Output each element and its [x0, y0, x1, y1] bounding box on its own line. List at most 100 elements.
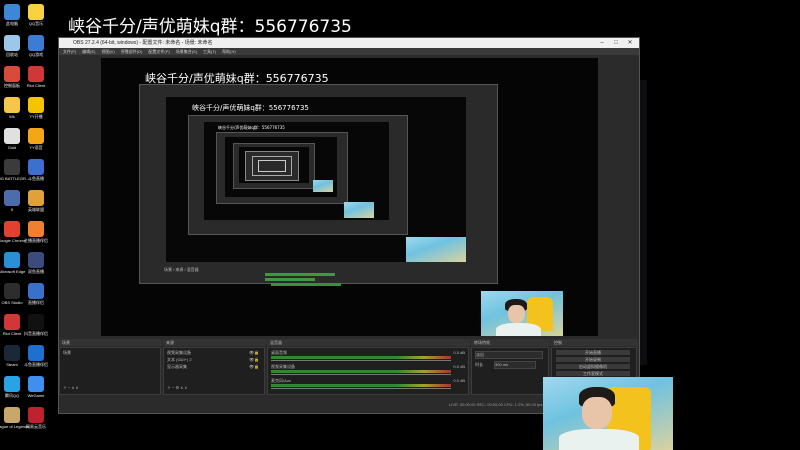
desktop-icon-label: 斗鱼直播	[28, 176, 44, 181]
desktop-icon[interactable]: 抖音直播伴侣	[14, 314, 58, 336]
desktop-icon[interactable]: 斗鱼直播	[14, 159, 58, 181]
menu-item[interactable]: 编辑(E)	[82, 49, 95, 54]
volume-meter	[271, 356, 451, 359]
volume-slider[interactable]	[271, 388, 451, 389]
app-icon	[28, 407, 44, 423]
transition-duration-input[interactable]: 300 ms	[494, 361, 536, 369]
desktop-icon[interactable]: QQ游戏	[14, 35, 58, 57]
menu-item[interactable]: 配置文件(P)	[148, 49, 169, 54]
minimize-icon[interactable]: –	[595, 38, 609, 48]
visibility-lock-icon[interactable]: 👁🔒	[249, 364, 259, 369]
desktop-icon-label: YY开播	[29, 114, 43, 119]
obs-preview[interactable]: 峡谷千分/声优萌妹q群：556776735 峡谷千分/声优萌妹q群：556776…	[101, 58, 598, 336]
visibility-lock-icon[interactable]: 👁🔒	[249, 357, 259, 362]
control-button[interactable]: 启动虚拟摄像机	[556, 364, 630, 369]
app-icon	[28, 66, 44, 82]
scenes-dock: 场景 ＋ − ∧ ∨	[59, 347, 161, 395]
obs-titlebar: OBS 27.2.4 (64-bit, windows) - 配置文件: 未命名…	[59, 38, 639, 48]
nested-overlay-text-2: 峡谷千分/声优萌妹q群：556776735	[218, 125, 285, 130]
sources-dock: ＋ − ⚙ ∧ ∨ 视频采集设备 👁🔒 文本 (GDI+) 2 👁🔒 显示器采集 👁…	[163, 347, 265, 395]
mixer-channel-level: 0.0 dB	[453, 350, 465, 355]
sources-dock-header: 来源	[163, 339, 266, 346]
scenes-dock-header: 场景	[59, 339, 162, 346]
desktop-icon-label: YY语音	[29, 145, 43, 150]
desktop-icon[interactable]: YY语音	[14, 128, 58, 150]
desktop-icon[interactable]: QQ音乐	[14, 4, 58, 26]
app-icon	[28, 35, 44, 51]
controls-dock-header: 控制	[551, 339, 638, 346]
desktop-icon-label: QQ音乐	[28, 21, 44, 26]
app-icon	[28, 221, 44, 237]
source-item[interactable]: 视频采集设备 👁🔒	[167, 350, 261, 356]
maximize-icon[interactable]: □	[609, 38, 623, 48]
desktop-icon[interactable]: 斗鱼直播伴侣	[14, 345, 58, 367]
volume-slider[interactable]	[271, 374, 451, 375]
app-icon	[28, 190, 44, 206]
streamer-webcam	[543, 377, 673, 450]
visibility-lock-icon[interactable]: 👁🔒	[249, 350, 259, 355]
desktop-icon-label: Riot Client	[26, 83, 46, 88]
control-button[interactable]: 工作室模式	[556, 371, 630, 376]
source-label: 显示器采集	[167, 364, 187, 369]
volume-meter	[271, 370, 451, 373]
source-label: 文本 (GDI+) 2	[167, 357, 192, 362]
nested-obs-window-1: 峡谷千分/声优萌妹q群：556776735 峡谷千分/声优萌妹q群：556776…	[139, 84, 498, 286]
menu-item[interactable]: 场景集合(S)	[176, 49, 197, 54]
app-icon	[28, 376, 44, 392]
transition-select[interactable]: 淡出	[475, 351, 543, 359]
app-icon	[28, 4, 44, 20]
menu-item[interactable]: 视图(V)	[101, 49, 114, 54]
nested-overlay-text: 峡谷千分/声优萌妹q群：556776735	[192, 104, 309, 112]
source-item[interactable]: 显示器采集 👁🔒	[167, 364, 261, 370]
obs-window-title: OBS 27.2.4 (64-bit, windows) - 配置文件: 未命名…	[73, 40, 213, 46]
obs-menubar: 文件(F) 编辑(E) 视图(V) 停靠部件(D) 配置文件(P) 场景集合(S) 工具(T…	[59, 48, 639, 55]
preview-webcam	[481, 291, 563, 336]
mixer-channel-level: 0.0 dB	[453, 378, 465, 383]
mixer-dock-header: 混音器	[267, 339, 470, 346]
control-button[interactable]: 开始直播	[556, 350, 630, 355]
obs-status-bar: LIVE: 00:00:00 REC: 00:00:00 CPU: 1.2%, …	[449, 402, 543, 407]
desktop-icon-label: 直播伴侣	[28, 300, 44, 305]
close-icon[interactable]: ✕	[623, 38, 637, 48]
desktop-icon-label: QQ游戏	[28, 52, 44, 57]
scene-toolbar[interactable]: ＋ − ∧ ∨	[63, 385, 79, 391]
obs-window: OBS 27.2.4 (64-bit, windows) - 配置文件: 未命名…	[58, 37, 640, 414]
desktop-icon-label: 网易云音乐	[26, 424, 46, 429]
volume-meter	[271, 384, 451, 387]
transitions-dock: 淡出 时长 300 ms	[471, 347, 549, 395]
desktop-icon-label: 英雄联盟	[28, 207, 44, 212]
audio-mixer-dock: 桌面音频 0.0 dB 视频采集设备 0.0 dB 麦克风/Aux 0.0 dB	[267, 347, 469, 395]
scene-item[interactable]: 场景	[63, 350, 71, 356]
desktop-icon[interactable]: 英雄联盟	[14, 190, 58, 212]
app-icon	[28, 345, 44, 361]
desktop-icon[interactable]: 双鱼直播	[14, 252, 58, 274]
source-item[interactable]: 文本 (GDI+) 2 👁🔒	[167, 357, 261, 363]
menu-item[interactable]: 工具(T)	[203, 49, 216, 54]
desktop-icon[interactable]: 网易云音乐	[14, 407, 58, 429]
app-icon	[28, 159, 44, 175]
desktop-icon[interactable]: WeGame	[14, 376, 58, 398]
control-button[interactable]: 开始录制	[556, 357, 630, 362]
desktop-icon[interactable]: Riot Client	[14, 66, 58, 88]
desktop-icon-label: 双鱼直播	[28, 269, 44, 274]
app-icon	[28, 97, 44, 113]
app-icon	[28, 252, 44, 268]
app-icon	[28, 314, 44, 330]
volume-slider[interactable]	[271, 360, 451, 361]
source-toolbar[interactable]: ＋ − ⚙ ∧ ∨	[167, 385, 187, 391]
stream-overlay-text: 峡谷千分/声优萌妹q群：556776735	[68, 17, 352, 37]
menu-item[interactable]: 帮助(H)	[222, 49, 236, 54]
transition-duration-label: 时长	[475, 362, 483, 367]
desktop-icon[interactable]: 直播伴侣	[14, 283, 58, 305]
desktop-icon[interactable]: 主播直播伴侣	[14, 221, 58, 243]
desktop-icon-label: 斗鱼直播伴侣	[24, 362, 48, 367]
menu-item[interactable]: 停靠部件(D)	[121, 49, 143, 54]
desktop-icon-label: 抖音直播伴侣	[24, 331, 48, 336]
menu-item[interactable]: 文件(F)	[63, 49, 76, 54]
desktop-icon[interactable]: YY开播	[14, 97, 58, 119]
desktop-icon-label: WeGame	[27, 393, 45, 398]
desktop-icon-label: 主播直播伴侣	[24, 238, 48, 243]
app-icon	[28, 128, 44, 144]
source-label: 视频采集设备	[167, 350, 191, 355]
mixer-channel-level: 0.0 dB	[453, 364, 465, 369]
